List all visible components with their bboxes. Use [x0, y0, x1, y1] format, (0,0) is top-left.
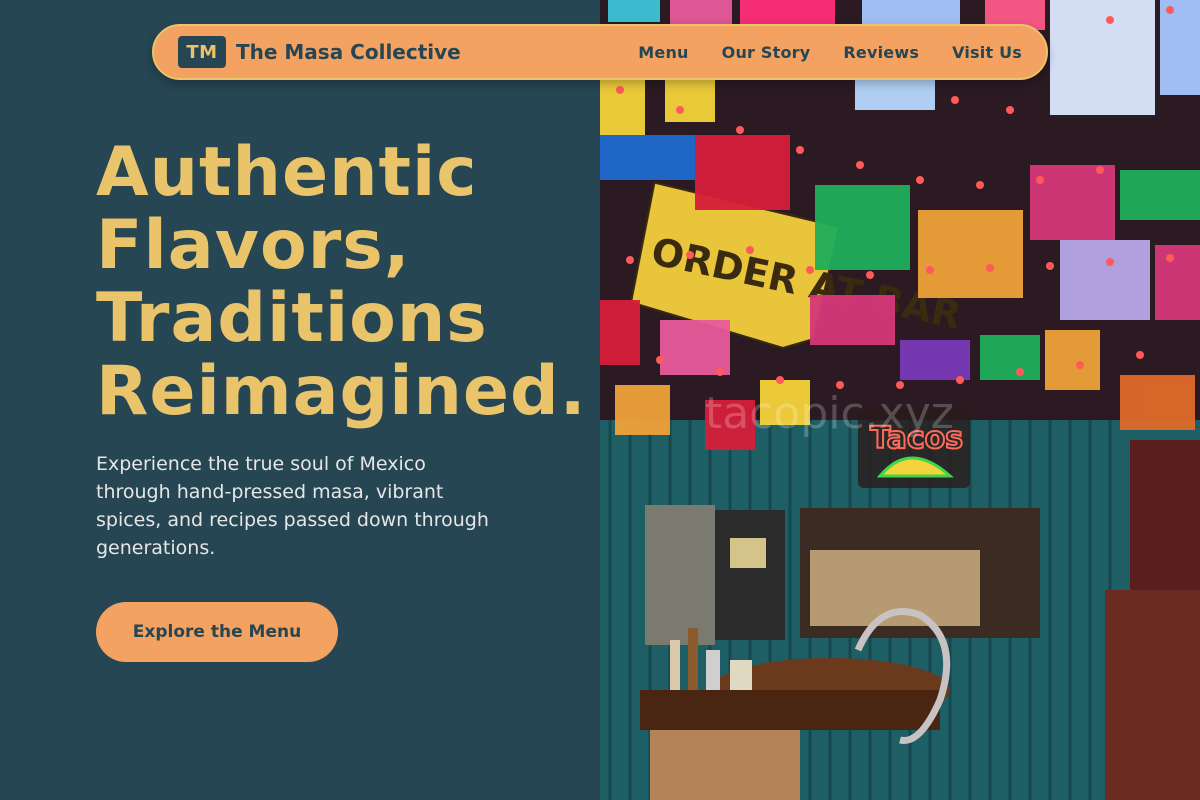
nav-link-reviews[interactable]: Reviews [843, 43, 919, 62]
hero-title-line: Flavors, [96, 206, 411, 285]
nav-links: Menu Our Story Reviews Visit Us [638, 43, 1022, 62]
nav-link-visit-us[interactable]: Visit Us [952, 43, 1022, 62]
logo-badge[interactable]: TM [178, 36, 226, 68]
hero-title-line: Reimagined. [96, 352, 587, 431]
hero-title-line: Traditions [96, 279, 488, 358]
top-navbar: TM The Masa Collective Menu Our Story Re… [152, 24, 1048, 80]
hero-subtitle: Experience the true soul of Mexico throu… [96, 453, 489, 559]
hero-title: Authentic Flavors, Traditions Reimagined… [96, 136, 606, 428]
photo-watermark: tacopic.xyz [705, 388, 954, 439]
nav-link-our-story[interactable]: Our Story [722, 43, 811, 62]
explore-menu-button[interactable]: Explore the Menu [96, 602, 338, 662]
nav-link-menu[interactable]: Menu [638, 43, 688, 62]
brand-name[interactable]: The Masa Collective [236, 40, 461, 64]
hero-title-line: Authentic [96, 133, 478, 212]
hero-photo: ORDER AT BAR Tacos tacopic.xyz [600, 0, 1200, 800]
taqueria-interior-illustration: ORDER AT BAR Tacos tacopic.xyz [600, 0, 1200, 800]
